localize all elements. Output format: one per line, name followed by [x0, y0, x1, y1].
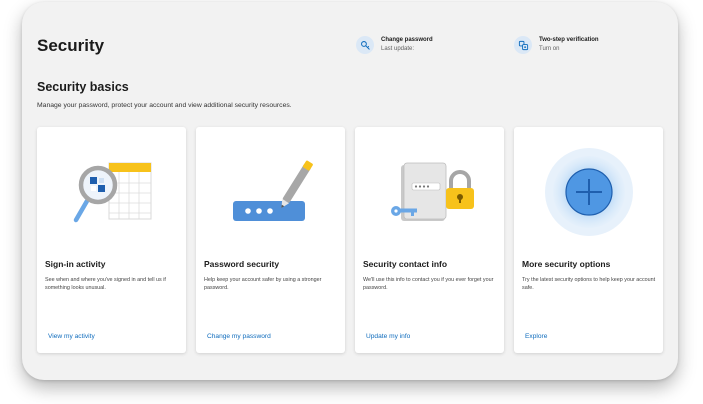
- security-window: Security Change password Last update: Tw…: [22, 2, 678, 380]
- card-description: Try the latest security options to help …: [522, 277, 656, 291]
- status-text: Two-step verification Turn on: [539, 36, 599, 54]
- explore-link[interactable]: Explore: [525, 333, 547, 340]
- card-description: See when and where you've signed in and …: [45, 277, 166, 291]
- key-icon: [356, 36, 374, 54]
- contact-lock-icon: [391, 162, 474, 221]
- two-step-icon: [514, 36, 532, 54]
- two-step-verification-status[interactable]: Two-step verification Turn on: [514, 36, 599, 54]
- two-step-subtitle[interactable]: Turn on: [539, 45, 599, 54]
- card-title: More security options: [522, 259, 611, 269]
- card-title: Security contact info: [363, 259, 448, 269]
- password-security-card: Password security Help keep your account…: [196, 127, 345, 353]
- security-contact-info-card: Security contact info We'll use this inf…: [355, 127, 504, 353]
- more-security-options-card: More security options Try the latest sec…: [514, 127, 663, 353]
- change-password-status[interactable]: Change password Last update:: [356, 36, 433, 54]
- two-step-title: Two-step verification: [539, 37, 599, 43]
- section-description: Manage your password, protect your accou…: [37, 102, 292, 109]
- plus-circle-icon: [545, 148, 633, 236]
- change-password-subtitle: Last update:: [381, 46, 415, 52]
- sign-in-activity-card: Sign-in activity See when and where you'…: [37, 127, 186, 353]
- change-my-password-link[interactable]: Change my password: [207, 333, 271, 340]
- view-my-activity-link[interactable]: View my activity: [48, 333, 95, 340]
- change-password-title: Change password: [381, 37, 433, 43]
- update-my-info-link[interactable]: Update my info: [366, 333, 410, 340]
- card-title: Password security: [204, 259, 280, 269]
- page-title: Security: [37, 36, 105, 55]
- card-description: Help keep your account safer by using a …: [204, 277, 322, 291]
- card-description: We'll use this info to contact you if yo…: [363, 277, 494, 291]
- card-title: Sign-in activity: [45, 259, 106, 269]
- section-title: Security basics: [37, 80, 129, 94]
- status-text: Change password Last update:: [381, 36, 433, 54]
- password-pen-icon: [233, 160, 313, 221]
- magnifier-calendar-icon: [73, 162, 152, 223]
